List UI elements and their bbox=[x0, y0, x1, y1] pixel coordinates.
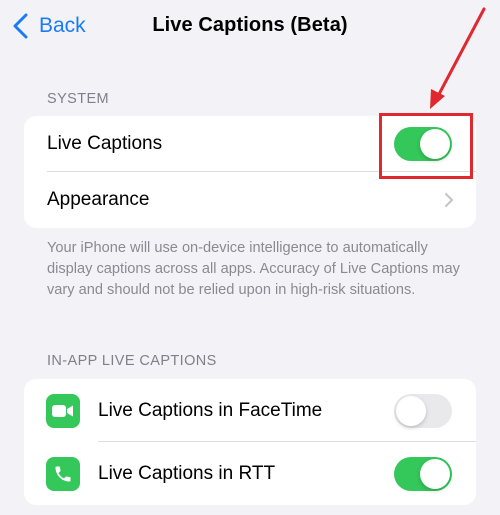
facetime-toggle[interactable] bbox=[394, 393, 452, 428]
in-app-group: Live Captions in FaceTime Live Captions … bbox=[24, 379, 476, 505]
chevron-right-icon bbox=[444, 192, 454, 208]
phone-icon bbox=[46, 456, 80, 491]
appearance-label: Appearance bbox=[47, 189, 150, 210]
live-captions-label: Live Captions bbox=[47, 133, 163, 154]
section-header-system: SYSTEM bbox=[47, 91, 110, 107]
rtt-row: Live Captions in RTT bbox=[24, 442, 476, 505]
system-footer-text: Your iPhone will use on-device intellige… bbox=[47, 240, 460, 298]
section-header-in-app: IN-APP LIVE CAPTIONS bbox=[47, 353, 217, 369]
settings-page: Back Live Captions (Beta) SYSTEM Live Ca… bbox=[0, 0, 500, 515]
toggle-knob bbox=[420, 458, 450, 489]
facetime-label: Live Captions in FaceTime bbox=[98, 399, 323, 421]
facetime-icon bbox=[46, 393, 80, 428]
rtt-label: Live Captions in RTT bbox=[98, 462, 276, 484]
rtt-toggle[interactable] bbox=[394, 456, 452, 491]
highlight-box bbox=[379, 113, 473, 179]
facetime-row: Live Captions in FaceTime bbox=[24, 379, 476, 442]
appearance-row[interactable]: Appearance bbox=[24, 172, 476, 228]
arrow-icon bbox=[430, 7, 486, 109]
toggle-knob bbox=[396, 395, 426, 426]
